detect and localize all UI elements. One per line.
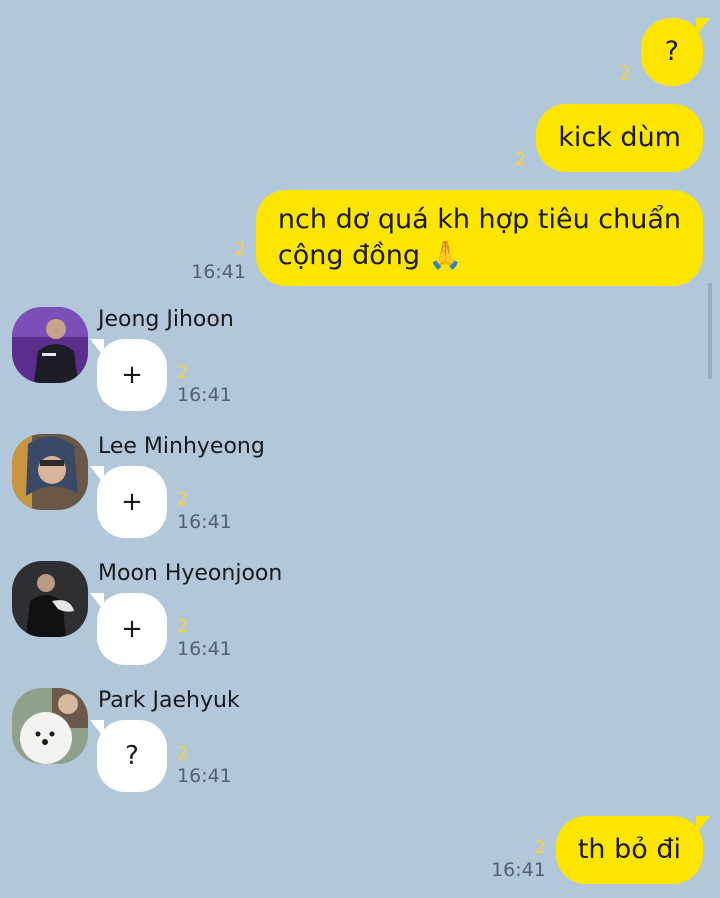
- message-meta: 2: [515, 150, 526, 170]
- message-time: 16:41: [491, 859, 546, 881]
- unread-count: 2: [534, 837, 546, 858]
- person-photo-icon: [12, 561, 88, 637]
- sender-name: Jeong Jihoon: [98, 307, 234, 332]
- message-meta: 2 16:41: [177, 617, 232, 661]
- message-meta: 2 16:41: [491, 838, 546, 882]
- my-message-bubble[interactable]: kick dùm: [536, 104, 703, 172]
- my-message: 2 16:41 nch dơ quá kh hợp tiêu chuẩn cộn…: [191, 190, 703, 286]
- unread-count: 2: [514, 149, 527, 170]
- incoming-message: Moon Hyeonjoon + 2 16:41: [12, 561, 412, 681]
- message-bubble[interactable]: +: [90, 339, 167, 411]
- unread-count: 2: [177, 616, 189, 637]
- message-bubble[interactable]: +: [90, 466, 167, 538]
- unread-count: 2: [177, 489, 189, 510]
- message-meta: 2: [619, 64, 630, 84]
- message-meta: 2 16:41: [177, 744, 232, 788]
- my-message: 2 ?: [619, 18, 711, 86]
- sender-name: Park Jaehyuk: [98, 688, 240, 713]
- message-time: 16:41: [177, 765, 232, 787]
- message-meta: 2 16:41: [177, 363, 232, 407]
- message-bubble[interactable]: +: [90, 593, 167, 665]
- my-message-bubble[interactable]: ?: [640, 18, 711, 86]
- message-time: 16:41: [191, 261, 246, 283]
- unread-count: 2: [619, 63, 631, 84]
- incoming-message: Park Jaehyuk ? 2 16:41: [12, 688, 412, 808]
- message-time: 16:41: [177, 384, 232, 406]
- avatar[interactable]: [12, 561, 88, 637]
- my-message-bubble[interactable]: nch dơ quá kh hợp tiêu chuẩn cộng đồng 🙏: [255, 190, 703, 286]
- message-meta: 2 16:41: [177, 490, 232, 534]
- my-message: 2 16:41 th bỏ đi: [491, 816, 711, 884]
- chat-room[interactable]: 2 ? 2 kick dùm 2 16:41 nch dơ quá kh hợp…: [0, 0, 720, 898]
- message-bubble[interactable]: ?: [90, 720, 167, 792]
- sender-name: Moon Hyeonjoon: [98, 561, 283, 586]
- my-message-bubble[interactable]: th bỏ đi: [555, 816, 711, 884]
- message-time: 16:41: [177, 511, 232, 533]
- unread-count: 2: [177, 743, 189, 764]
- avatar[interactable]: [12, 307, 88, 383]
- my-message: 2 kick dùm: [515, 104, 703, 172]
- unread-count: 2: [177, 362, 189, 383]
- incoming-message: Jeong Jihoon + 2 16:41: [12, 307, 412, 427]
- person-photo-icon: [12, 434, 88, 510]
- unread-count: 2: [234, 239, 246, 260]
- message-meta: 2 16:41: [191, 240, 246, 284]
- scrollbar[interactable]: [708, 283, 712, 379]
- person-photo-icon: [12, 307, 88, 383]
- avatar[interactable]: [12, 434, 88, 510]
- message-time: 16:41: [177, 638, 232, 660]
- sender-name: Lee Minhyeong: [98, 434, 265, 459]
- avatar[interactable]: [12, 688, 88, 764]
- incoming-message: Lee Minhyeong + 2 16:41: [12, 434, 412, 554]
- dog-photo-icon: [12, 688, 88, 764]
